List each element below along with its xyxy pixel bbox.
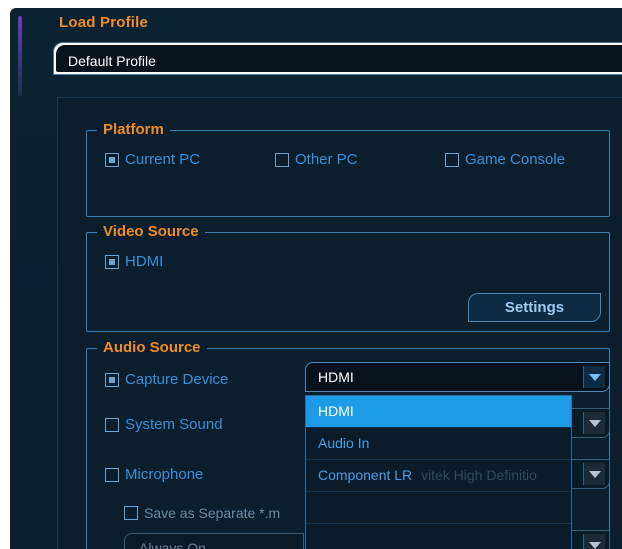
microphone-label: Microphone [125,466,204,483]
dropdown-option-audio-in[interactable]: Audio In [306,428,571,460]
audio-capture-device-checkbox[interactable]: Capture Device [105,371,228,388]
chevron-down-icon[interactable] [583,534,605,549]
audio-microphone-checkbox[interactable]: Microphone [105,466,203,483]
audio-system-sound-checkbox[interactable]: System Sound [105,416,223,433]
video-source-legend: Video Source [97,223,205,241]
profile-select-field[interactable]: Default Profile [56,45,622,72]
checkbox-unchecked-icon [275,152,289,167]
capture-device-dropdown-list: HDMI Audio In Component LR vitek High De… [305,395,572,549]
checkbox-unchecked-icon [445,152,459,167]
other-pc-label: Other PC [295,151,358,168]
dropdown-option-empty[interactable] [306,524,571,549]
capture-settings-panel: Load Profile Default Profile Platform Cu… [10,8,622,549]
chevron-down-icon[interactable] [583,463,605,485]
platform-group: Platform [86,121,610,217]
platform-game-console-checkbox[interactable]: Game Console [445,151,565,168]
profile-select-value: Default Profile [68,53,156,69]
video-hdmi-label: HDMI [125,253,164,270]
chevron-down-icon[interactable] [583,412,605,434]
platform-current-pc-checkbox[interactable]: Current PC [105,151,200,168]
checkbox-checked-icon [105,254,119,269]
save-as-separate-checkbox[interactable]: Save as Separate *.m [124,505,280,521]
dropdown-option-component-lr[interactable]: Component LR vitek High Definitio [306,460,571,492]
checkbox-checked-icon [105,372,119,387]
window-edge-accent [18,16,22,96]
system-sound-label: System Sound [125,416,223,433]
profile-select[interactable]: Default Profile [53,42,622,75]
save-as-separate-label: Save as Separate *.m [144,505,281,521]
dropdown-option-empty[interactable] [306,492,571,524]
capture-device-combo-value: HDMI [318,369,354,385]
platform-other-pc-checkbox[interactable]: Other PC [275,151,358,168]
component-lr-label: Component LR [318,467,413,483]
checkbox-checked-icon [105,152,119,167]
load-profile-title: Load Profile [59,14,149,31]
checkbox-unchecked-icon [105,467,119,482]
video-hdmi-checkbox[interactable]: HDMI [105,253,163,270]
capture-device-combo[interactable]: HDMI [305,362,610,392]
platform-legend: Platform [97,121,170,139]
checkbox-unchecked-icon [105,417,119,432]
dropdown-option-hdmi[interactable]: HDMI [306,396,571,428]
source-settings-area: Platform Current PC Other PC Game Consol… [57,97,622,549]
always-on-value: Always On [139,540,206,549]
chevron-down-icon[interactable] [583,366,605,388]
audio-source-legend: Audio Source [97,339,207,357]
microphone-ghost-text: vitek High Definitio [421,467,537,483]
video-settings-button[interactable]: Settings [468,293,601,322]
current-pc-label: Current PC [125,151,201,168]
capture-device-label: Capture Device [125,371,229,388]
checkbox-unchecked-icon [124,506,138,520]
always-on-select[interactable]: Always On [124,533,304,549]
game-console-label: Game Console [465,151,566,168]
